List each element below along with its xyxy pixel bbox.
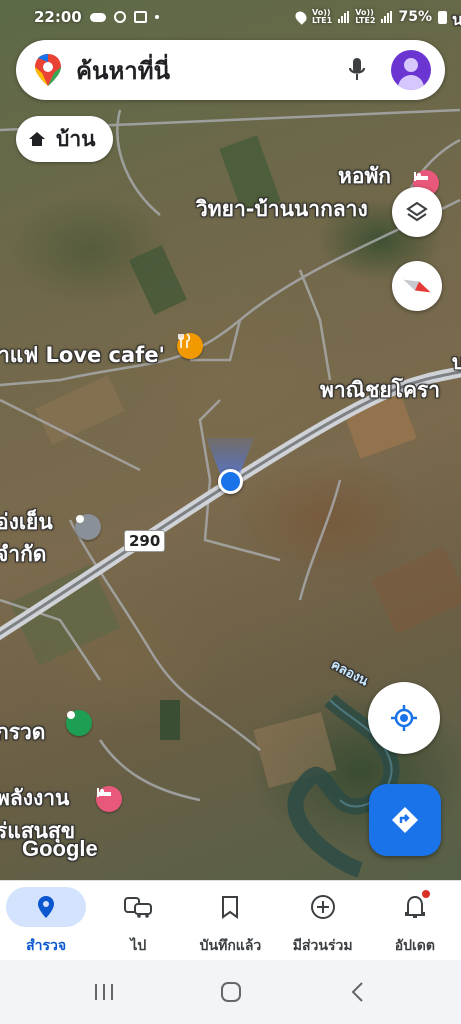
compass-icon	[403, 279, 431, 293]
place-marker-icon[interactable]	[66, 710, 92, 736]
place-label-school[interactable]: วิทยา-บ้านนากลาง	[196, 193, 368, 226]
explore-pin-icon	[38, 896, 55, 918]
clock: 22:00	[34, 8, 82, 26]
back-icon	[351, 982, 363, 1002]
tab-label: อัปเดต	[394, 938, 435, 954]
tab-label: สำรวจ	[26, 938, 67, 954]
avatar[interactable]	[391, 50, 431, 90]
google-logo: Google	[22, 836, 98, 861]
home-chip[interactable]: บ้าน	[16, 116, 114, 162]
add-circle-icon	[310, 895, 335, 919]
map-label: บ	[452, 350, 461, 374]
place-label-dormitory[interactable]: หอพัก	[338, 160, 391, 193]
battery-percent: 75%	[398, 9, 432, 25]
location-icon	[293, 9, 309, 25]
compass-button[interactable]	[392, 261, 442, 311]
bookmark-icon	[222, 896, 239, 919]
home-icon	[29, 132, 45, 146]
my-location-icon	[391, 705, 417, 731]
back-button[interactable]	[328, 972, 388, 1012]
signal-icon	[381, 11, 393, 23]
place-label-company-suffix[interactable]: จำกัด	[0, 538, 46, 571]
battery-icon	[438, 10, 447, 24]
my-location-button[interactable]	[368, 682, 440, 754]
place-label-gravel[interactable]: กรวด	[0, 716, 45, 749]
layers-button[interactable]	[392, 187, 442, 237]
tab-saved[interactable]: บันทึกแล้ว	[184, 881, 276, 960]
tab-go[interactable]: ไป	[92, 881, 184, 960]
search-input[interactable]: ค้นหาที่นี่	[76, 51, 343, 90]
calendar-icon	[133, 11, 147, 23]
highway-shield: 290	[124, 530, 166, 552]
chrome-icon	[113, 11, 126, 23]
tab-explore[interactable]: สำรวจ	[0, 881, 92, 960]
cloud-icon	[89, 12, 106, 22]
recent-apps-button[interactable]	[74, 972, 134, 1012]
layers-icon	[406, 201, 428, 222]
place-marker-icon[interactable]	[75, 514, 101, 540]
volte-lte1-indicator: Vo)) LTE1	[311, 8, 333, 25]
signal-icon	[338, 11, 350, 23]
search-bar[interactable]: ค้นหาที่นี่	[16, 40, 445, 100]
bottom-navigation: สำรวจ ไป บันทึกแล้ว มีส่วนร่วม อัปเดต	[0, 880, 461, 960]
tab-label: บันทึกแล้ว	[199, 938, 262, 954]
system-navigation-bar	[0, 960, 461, 1024]
tab-label: มีส่วนร่วม	[292, 938, 353, 954]
status-bar: 22:00 Vo)) LTE1 Vo)) LTE2 75%	[0, 0, 461, 34]
place-label-energy[interactable]: พลังงาน	[0, 782, 69, 815]
current-location-dot[interactable]	[218, 469, 243, 494]
home-circle-icon	[220, 982, 241, 1002]
tab-label: ไป	[130, 938, 147, 954]
home-chip-label: บ้าน	[56, 126, 96, 151]
recent-apps-icon	[94, 984, 113, 1000]
directions-icon	[392, 807, 418, 833]
directions-button[interactable]	[369, 784, 441, 856]
tab-contribute[interactable]: มีส่วนร่วม	[277, 881, 369, 960]
more-notifications-icon	[154, 15, 159, 19]
maps-pin-icon	[34, 53, 62, 87]
mic-icon[interactable]	[343, 55, 371, 85]
place-label-commerce[interactable]: พาณิชยโครา	[320, 374, 440, 407]
place-label-cafe[interactable]: าแฟ Love cafe'	[0, 339, 165, 372]
place-label-company[interactable]: อ่งเย็น	[0, 506, 53, 539]
hotel-marker-icon[interactable]	[96, 786, 122, 812]
commute-icon	[124, 897, 153, 918]
restaurant-marker-icon[interactable]	[177, 333, 203, 359]
home-button[interactable]	[201, 972, 261, 1012]
notification-badge	[421, 890, 430, 898]
volte-lte2-indicator: Vo)) LTE2	[355, 8, 376, 25]
bell-icon	[404, 895, 425, 918]
tab-updates[interactable]: อัปเดต	[369, 881, 461, 960]
